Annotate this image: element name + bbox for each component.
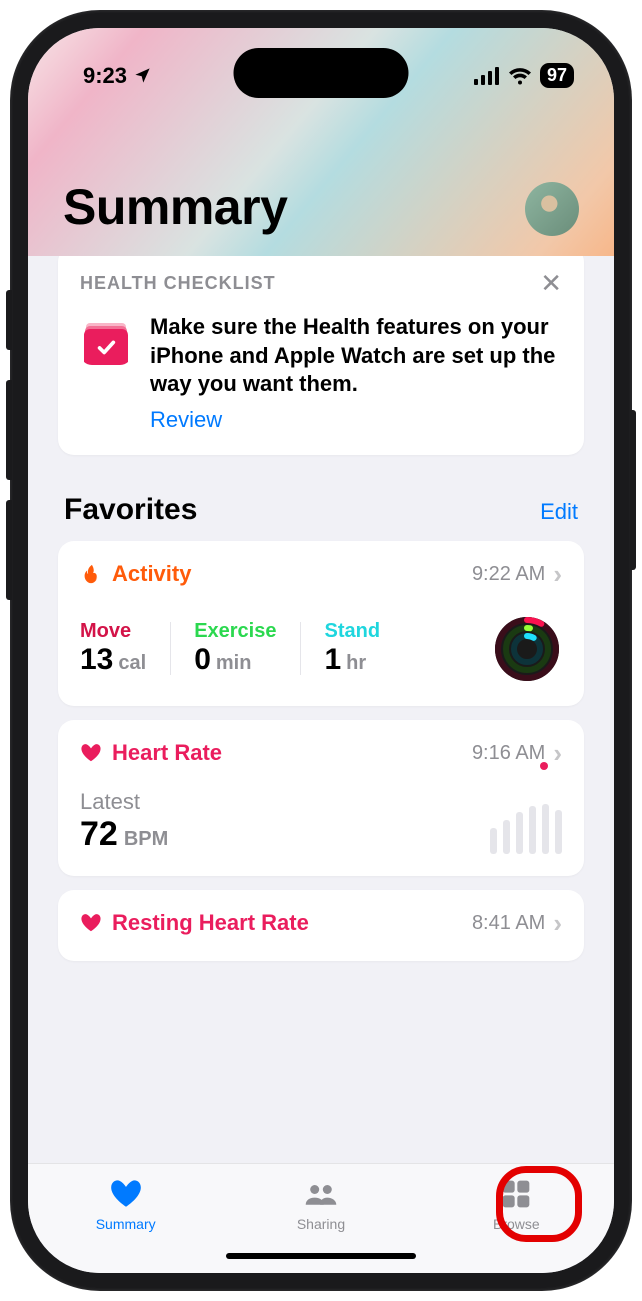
checklist-text: Make sure the Health features on your iP… xyxy=(150,313,562,399)
health-checklist-card[interactable]: HEALTH CHECKLIST ✕ Make sure the Health … xyxy=(58,256,584,455)
move-unit: cal xyxy=(118,652,146,675)
favorites-title: Favorites xyxy=(64,493,197,527)
volume-down-button xyxy=(6,500,12,600)
flame-icon xyxy=(80,563,102,585)
checklist-icon xyxy=(80,313,132,365)
tab-browse[interactable]: Browse xyxy=(451,1176,581,1232)
screen: 9:23 97 Summary xyxy=(28,28,614,1273)
move-value: 13 xyxy=(80,643,113,677)
side-button xyxy=(6,290,12,350)
resting-title: Resting Heart Rate xyxy=(112,910,309,936)
activity-time: 9:22 AM xyxy=(472,563,545,586)
checklist-label: HEALTH CHECKLIST xyxy=(80,273,276,294)
content-area: HEALTH CHECKLIST ✕ Make sure the Health … xyxy=(28,256,614,1163)
power-button xyxy=(630,410,636,570)
activity-rings-icon xyxy=(492,614,562,684)
chevron-right-icon: › xyxy=(553,738,562,769)
heart-icon xyxy=(80,742,102,764)
heart-rate-time: 9:16 AM xyxy=(472,742,545,765)
home-indicator[interactable] xyxy=(226,1253,416,1259)
exercise-unit: min xyxy=(216,652,252,675)
chevron-right-icon: › xyxy=(553,559,562,590)
cellular-icon xyxy=(474,67,500,85)
tab-bar: Summary Sharing Browse xyxy=(28,1163,614,1273)
tab-summary[interactable]: Summary xyxy=(61,1176,191,1232)
heart-rate-title: Heart Rate xyxy=(112,740,222,766)
activity-title: Activity xyxy=(112,561,191,587)
resting-heart-rate-card[interactable]: Resting Heart Rate 8:41 AM › xyxy=(58,890,584,961)
volume-up-button xyxy=(6,380,12,480)
stand-unit: hr xyxy=(346,652,366,675)
close-icon[interactable]: ✕ xyxy=(540,268,562,299)
tab-sharing-label: Sharing xyxy=(297,1216,345,1232)
activity-card[interactable]: Activity 9:22 AM › Move 13cal Exercise 0… xyxy=(58,541,584,706)
tab-browse-label: Browse xyxy=(493,1216,540,1232)
exercise-value: 0 xyxy=(194,643,211,677)
resting-time: 8:41 AM xyxy=(472,912,545,935)
people-icon xyxy=(303,1176,339,1212)
move-label: Move xyxy=(80,620,146,643)
exercise-label: Exercise xyxy=(194,620,276,643)
profile-avatar[interactable] xyxy=(525,182,579,236)
wifi-icon xyxy=(508,67,532,85)
status-time: 9:23 xyxy=(83,63,127,89)
page-title: Summary xyxy=(63,178,287,236)
heart-rate-chart xyxy=(490,799,562,854)
phone-frame: 9:23 97 Summary xyxy=(10,10,632,1291)
edit-button[interactable]: Edit xyxy=(540,499,578,525)
review-link[interactable]: Review xyxy=(150,407,222,433)
heart-rate-card[interactable]: Heart Rate 9:16 AM › Latest 72 BPM xyxy=(58,720,584,876)
heart-rate-label: Latest xyxy=(80,789,168,815)
heart-rate-value: 72 xyxy=(80,815,118,854)
battery-indicator: 97 xyxy=(540,63,574,88)
tab-summary-label: Summary xyxy=(96,1216,156,1232)
tab-sharing[interactable]: Sharing xyxy=(256,1176,386,1232)
stand-value: 1 xyxy=(324,643,341,677)
location-icon xyxy=(133,66,152,85)
heart-filled-icon xyxy=(108,1176,144,1212)
chevron-right-icon: › xyxy=(553,908,562,939)
heart-icon xyxy=(80,912,102,934)
stand-label: Stand xyxy=(324,620,380,643)
grid-icon xyxy=(498,1176,534,1212)
heart-rate-unit: BPM xyxy=(124,828,168,851)
dynamic-island xyxy=(234,48,409,98)
